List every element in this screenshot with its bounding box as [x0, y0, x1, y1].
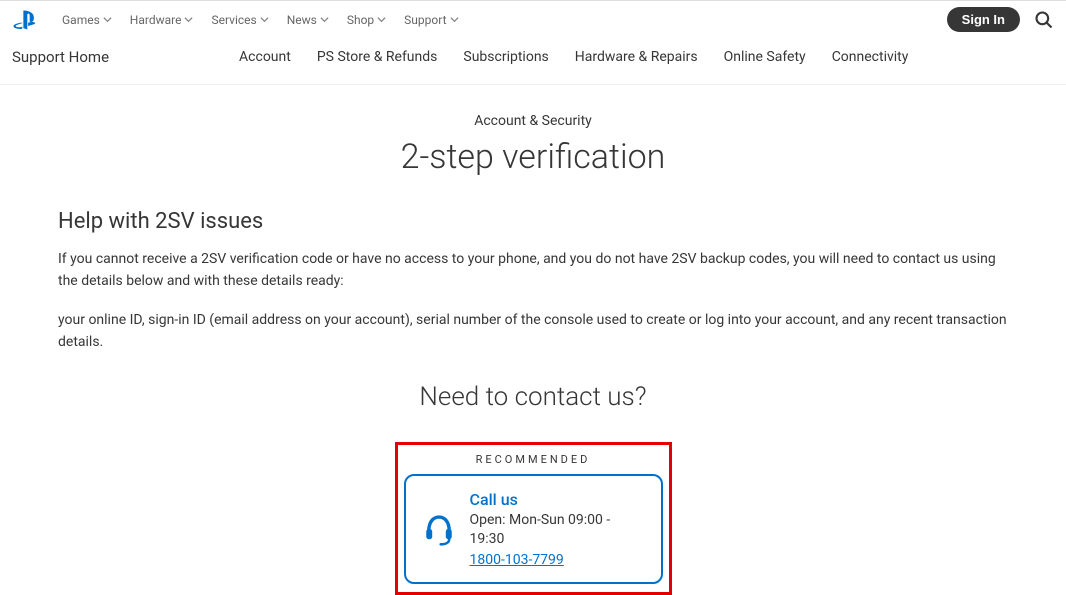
phone-link[interactable]: 1800-103-7799: [470, 552, 564, 568]
contact-card[interactable]: Call us Open: Mon-Sun 09:00 - 19:30 1800…: [404, 474, 663, 584]
subnav-account[interactable]: Account: [239, 49, 291, 65]
chevron-down-icon: [184, 15, 193, 24]
subnav-hardware-repairs[interactable]: Hardware & Repairs: [575, 49, 698, 65]
body-text-2: your online ID, sign-in ID (email addres…: [58, 309, 1008, 354]
chevron-down-icon: [450, 15, 459, 24]
recommended-label: RECOMMENDED: [404, 453, 663, 466]
chevron-down-icon: [377, 15, 386, 24]
nav-support[interactable]: Support: [400, 11, 462, 29]
page-title: 2-step verification: [0, 137, 1066, 177]
search-icon[interactable]: [1034, 10, 1054, 30]
contact-heading: Need to contact us?: [58, 382, 1008, 412]
sub-nav: Support Home Account PS Store & Refunds …: [0, 38, 1066, 85]
section-heading: Help with 2SV issues: [58, 209, 1008, 234]
headset-icon: [422, 512, 456, 546]
chevron-down-icon: [103, 15, 112, 24]
nav-label: Shop: [347, 13, 374, 27]
nav-hardware[interactable]: Hardware: [126, 11, 198, 29]
nav-label: News: [287, 13, 317, 27]
body-text-1: If you cannot receive a 2SV verification…: [58, 248, 1008, 293]
nav-label: Games: [62, 13, 100, 27]
contact-card-highlight: RECOMMENDED Call us Open: Mon-Sun 09:00 …: [395, 442, 672, 595]
subnav-online-safety[interactable]: Online Safety: [724, 49, 806, 65]
nav-label: Services: [211, 13, 256, 27]
nav-services[interactable]: Services: [207, 11, 272, 29]
nav-news[interactable]: News: [283, 11, 333, 29]
nav-shop[interactable]: Shop: [343, 11, 390, 29]
sign-in-button[interactable]: Sign In: [947, 7, 1020, 32]
breadcrumb: Account & Security: [0, 113, 1066, 129]
nav-games[interactable]: Games: [58, 11, 116, 29]
chevron-down-icon: [320, 15, 329, 24]
top-nav: Games Hardware Services News Shop Suppor…: [0, 1, 1066, 38]
subnav-connectivity[interactable]: Connectivity: [832, 49, 909, 65]
subnav-ps-store[interactable]: PS Store & Refunds: [317, 49, 438, 65]
chevron-down-icon: [260, 15, 269, 24]
nav-label: Support: [404, 13, 446, 27]
subnav-subscriptions[interactable]: Subscriptions: [463, 49, 548, 65]
hours-text: Open: Mon-Sun 09:00 - 19:30: [470, 511, 645, 550]
playstation-logo-icon[interactable]: [12, 10, 40, 30]
call-us-label: Call us: [470, 490, 645, 509]
nav-label: Hardware: [130, 13, 182, 27]
support-home-link[interactable]: Support Home: [12, 48, 109, 66]
